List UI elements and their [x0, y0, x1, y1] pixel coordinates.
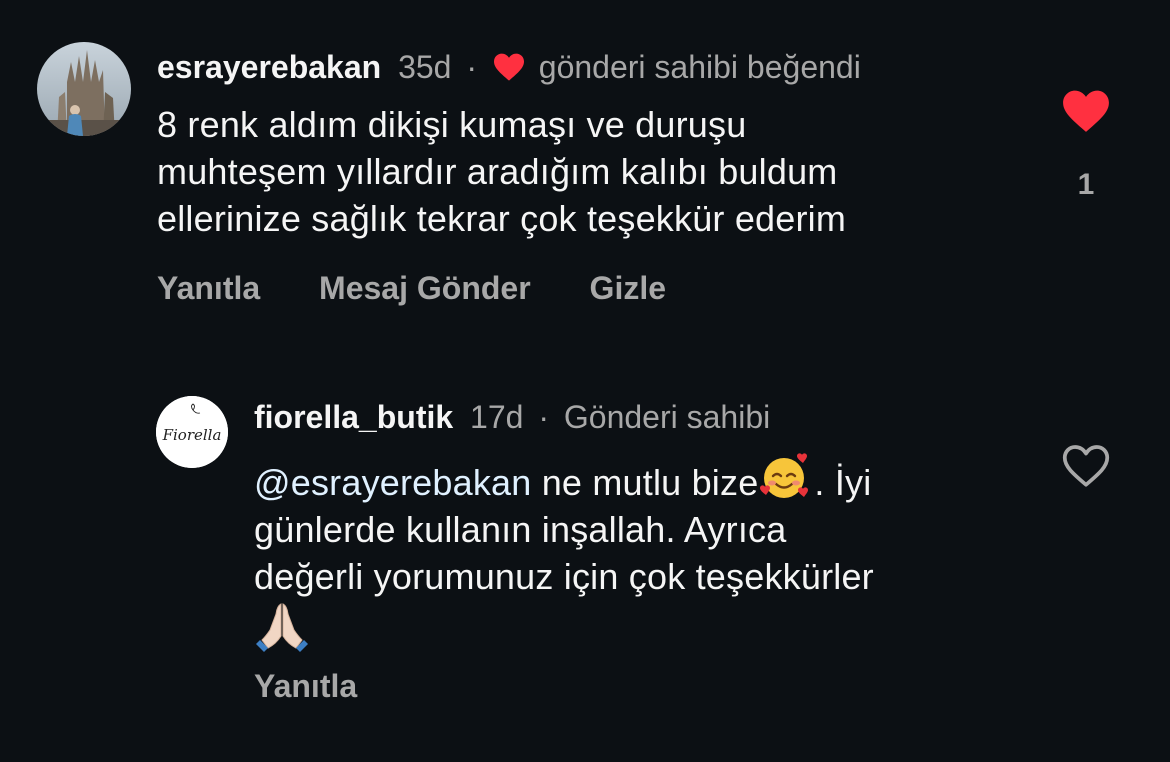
comment-actions: Yanıtla	[254, 668, 407, 705]
comment-header: esrayerebakan 35d · gönderi sahibi beğen…	[157, 47, 861, 87]
username[interactable]: esrayerebakan	[157, 49, 381, 85]
comment-text-segment: ne mutlu bize	[531, 462, 759, 503]
comment-1: esrayerebakan 35d · gönderi sahibi beğen…	[0, 0, 1170, 330]
comment-text: @esrayerebakan ne mutlu bize . İyi günle…	[254, 451, 1054, 657]
comment-text-line: 8 renk aldım dikişi kumaşı ve duruşu	[157, 104, 747, 145]
owner-label: Gönderi sahibi	[563, 399, 771, 435]
like-count[interactable]: 1	[1061, 168, 1111, 202]
owner-liked-label: gönderi sahibi beğendi	[538, 49, 861, 85]
comment-header: fiorella_butik 17d · Gönderi sahibi	[254, 397, 770, 437]
send-message-button[interactable]: Mesaj Gönder	[319, 270, 531, 306]
comment-text-line	[254, 600, 1054, 657]
comment-text-line: muhteşem yıllardır aradığım kalıbı buldu…	[157, 151, 838, 192]
comment-text-line: @esrayerebakan ne mutlu bize . İyi	[254, 451, 1054, 506]
smiling-face-with-hearts-icon	[760, 453, 809, 498]
reply-button[interactable]: Yanıtla	[157, 270, 260, 306]
like-heart-outline-icon[interactable]	[1061, 443, 1111, 489]
comment-text-line: değerli yorumunuz için çok teşekkürler	[254, 556, 874, 597]
timestamp: 17d	[470, 399, 524, 435]
like-heart-filled-icon[interactable]	[1061, 88, 1111, 134]
comment-actions: Yanıtla Mesaj Gönder Gizle	[157, 270, 716, 307]
comment-text-segment: . İyi	[814, 462, 872, 503]
avatar[interactable]: Fiorella	[156, 396, 228, 468]
avatar-photo-icon	[37, 42, 131, 136]
owner-liked-heart-icon	[493, 53, 524, 81]
comment-text: 8 renk aldım dikişi kumaşı ve duruşu muh…	[157, 101, 1037, 242]
comment-text-line: ellerinize sağlık tekrar çok teşekkür ed…	[157, 198, 847, 239]
comment-text-line: günlerde kullanın inşallah. Ayrıca	[254, 509, 787, 550]
separator: ·	[466, 49, 477, 85]
avatar[interactable]	[37, 42, 131, 136]
fiorella-logo-icon: Fiorella	[156, 396, 228, 468]
folded-hands-icon	[256, 603, 308, 652]
timestamp: 35d	[398, 49, 452, 85]
hide-button[interactable]: Gizle	[590, 270, 666, 306]
username[interactable]: fiorella_butik	[254, 399, 453, 435]
svg-text:Fiorella: Fiorella	[162, 426, 222, 444]
comment-reply: Fiorella fiorella_butik 17d · Gönderi sa…	[0, 380, 1170, 762]
separator: ·	[538, 399, 549, 435]
mention-link[interactable]: @esrayerebakan	[254, 462, 532, 503]
reply-button[interactable]: Yanıtla	[254, 668, 357, 704]
